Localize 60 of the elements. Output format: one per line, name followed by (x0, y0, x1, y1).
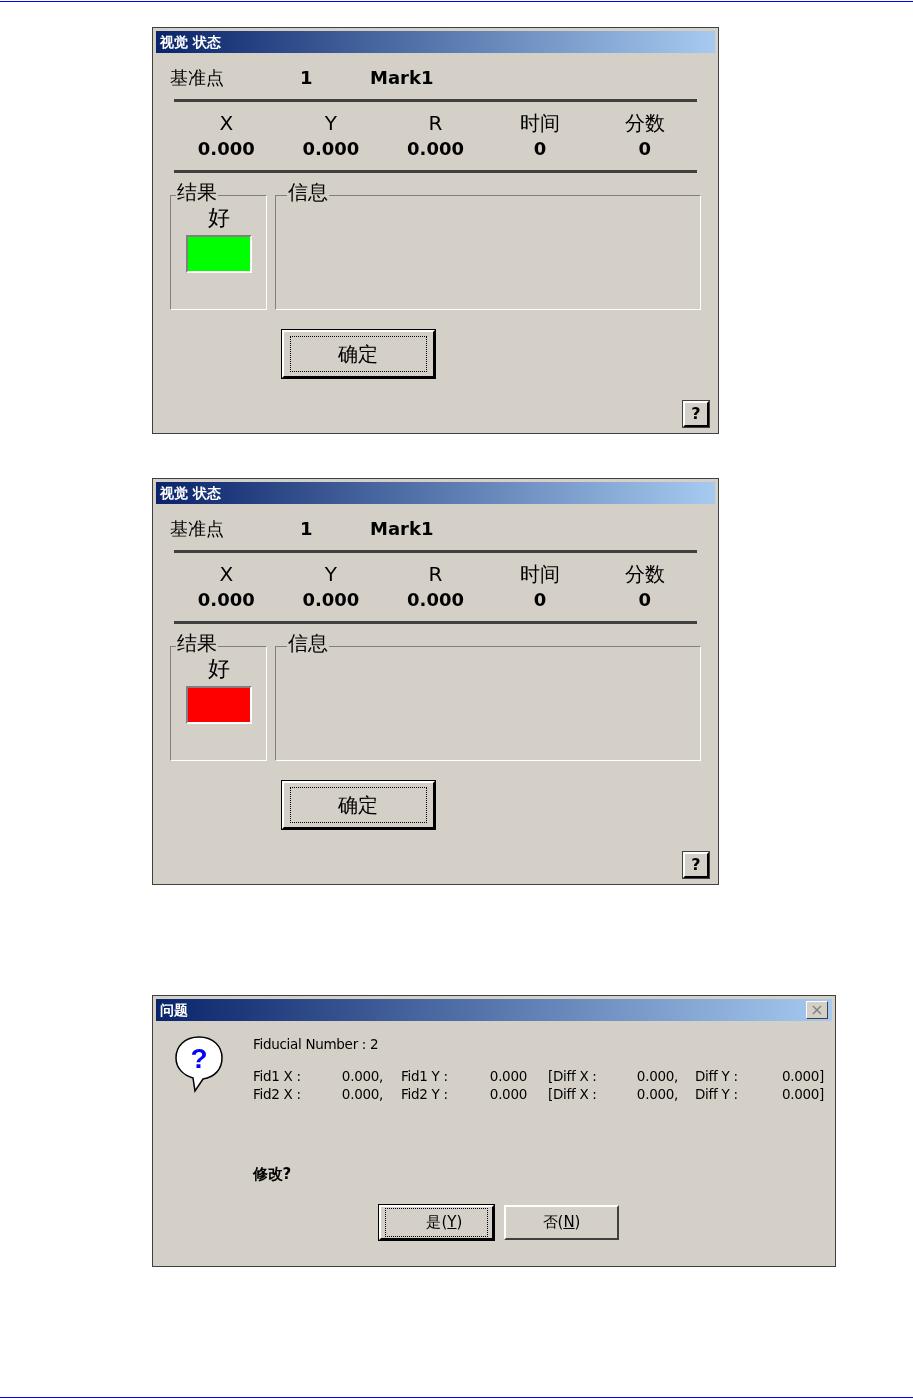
dialog-button[interactable]: 确定 (282, 330, 435, 378)
column-header: R (428, 561, 443, 587)
column-value: 0.000 (407, 137, 464, 161)
window-title: 视觉 状态 (160, 35, 221, 49)
column-value: 0.000 (197, 137, 255, 161)
fiducial-name: Mark1 (370, 65, 434, 90)
result-text: 好 (207, 658, 230, 680)
column-header: X (219, 110, 234, 136)
question-icon: ? (173, 1033, 225, 1095)
fiducial-number: 1 (300, 516, 314, 541)
column-value: 0.000 (407, 588, 464, 612)
message-heading: Fiducial Number : 2 (253, 1035, 380, 1053)
column-value: 0 (533, 137, 547, 161)
dialog-button[interactable]: 否(N) (504, 1205, 619, 1240)
column-value: 0 (638, 137, 651, 161)
field-value: 0.000 (488, 1067, 527, 1085)
result-label: 结果 (176, 182, 218, 202)
fiducial-label: 基准点 (170, 65, 225, 90)
info-label: 信息 (287, 633, 329, 653)
help-button[interactable]: ? (683, 852, 709, 878)
field-label: Fid2 X : (253, 1085, 302, 1103)
column-header: 分数 (624, 110, 665, 136)
fiducial-name: Mark1 (370, 516, 434, 541)
column-value: 0 (638, 588, 651, 612)
column-header: 分数 (624, 561, 665, 587)
column-header: 时间 (520, 561, 561, 587)
dialog-button[interactable]: 确定 (282, 781, 435, 829)
dialog-button[interactable]: 是(Y) (379, 1205, 494, 1240)
column-value: 0.000 (197, 588, 255, 612)
column-header: Y (324, 110, 337, 136)
window-title: 问题 (160, 1003, 188, 1017)
field-value: 0.000] (780, 1067, 824, 1085)
result-text: 好 (207, 207, 230, 229)
column-header: X (219, 561, 234, 587)
column-value: 0.000 (302, 137, 360, 161)
field-label: Fid2 Y : (400, 1085, 449, 1103)
column-header: Y (324, 561, 337, 587)
help-button[interactable]: ? (683, 401, 709, 427)
field-label: Fid1 X : (253, 1067, 302, 1085)
column-value: 0.000 (302, 588, 360, 612)
field-label: [Diff X : (547, 1085, 598, 1103)
field-label: Diff Y : (694, 1067, 739, 1085)
prompt-text: 修改? (253, 1165, 292, 1183)
info-label: 信息 (287, 182, 329, 202)
field-value: 0.000] (780, 1085, 824, 1103)
field-label: [Diff X : (547, 1067, 598, 1085)
column-value: 0 (533, 588, 547, 612)
result-label: 结果 (176, 633, 218, 653)
column-header: 时间 (520, 110, 561, 136)
field-value: 0.000, (340, 1085, 383, 1103)
field-label: Diff Y : (694, 1085, 739, 1103)
field-value: 0.000 (488, 1085, 527, 1103)
column-header: R (428, 110, 443, 136)
window-title: 视觉 状态 (160, 486, 221, 500)
fiducial-label: 基准点 (170, 516, 225, 541)
fiducial-number: 1 (300, 65, 314, 90)
field-label: Fid1 Y : (400, 1067, 449, 1085)
field-value: 0.000, (635, 1085, 678, 1103)
field-value: 0.000, (635, 1067, 678, 1085)
field-value: 0.000, (340, 1067, 383, 1085)
